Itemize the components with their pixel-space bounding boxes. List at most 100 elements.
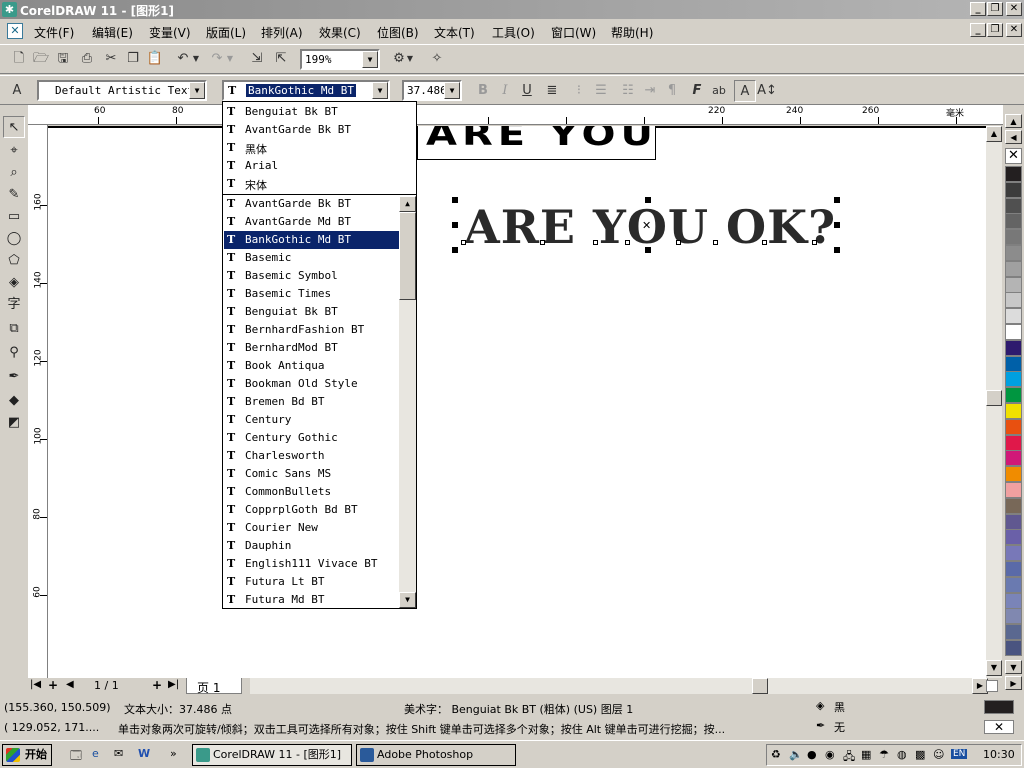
font-item[interactable]: T Century Gothic: [224, 429, 400, 447]
font-item[interactable]: T AvantGarde Md BT: [224, 213, 400, 231]
text-node[interactable]: [593, 240, 598, 245]
color-swatch[interactable]: [1005, 339, 1022, 356]
interactive-fill-icon[interactable]: ◩: [3, 412, 25, 434]
interactive-blend-icon[interactable]: ⧉: [3, 318, 25, 340]
format-text-icon[interactable]: F: [686, 80, 708, 102]
font-size-combo[interactable]: 37.486 ▼: [402, 80, 462, 101]
color-swatch[interactable]: [1005, 213, 1022, 230]
shape-tool-icon[interactable]: ⌖: [3, 140, 25, 162]
navigator-icon[interactable]: [986, 680, 998, 692]
font-item[interactable]: T CopprplGoth Bd BT: [224, 501, 400, 519]
export-icon[interactable]: ⇱: [270, 48, 292, 70]
recent-font-item[interactable]: T 宋体: [224, 175, 400, 193]
rectangle-tool-icon[interactable]: ▭: [3, 206, 25, 228]
color-swatch[interactable]: [1005, 355, 1022, 372]
recent-font-item[interactable]: T AvantGarde Bk BT: [224, 121, 400, 139]
chevron-down-icon[interactable]: ▼: [362, 51, 378, 68]
italic-button[interactable]: I: [494, 80, 516, 102]
menu-window[interactable]: 窗口(W): [551, 24, 596, 41]
task-photoshop[interactable]: Adobe Photoshop: [356, 744, 516, 766]
scroll-down-icon[interactable]: ▼: [399, 592, 416, 608]
word-icon[interactable]: W: [138, 747, 150, 760]
canvas-horizontal-scrollbar[interactable]: ▶: [250, 678, 988, 694]
color-swatch[interactable]: [1005, 229, 1022, 246]
scroll-down-icon[interactable]: ▼: [986, 660, 1002, 676]
selection-handle[interactable]: [452, 222, 458, 228]
selection-handle[interactable]: [834, 222, 840, 228]
menu-tools[interactable]: 工具(O): [492, 24, 535, 41]
quicklaunch-more-icon[interactable]: »: [170, 747, 177, 760]
menu-bitmaps[interactable]: 位图(B): [377, 24, 419, 41]
freehand-tool-icon[interactable]: ✎: [3, 184, 25, 206]
tray-icon[interactable]: ♻: [771, 748, 781, 761]
color-swatch[interactable]: [1005, 576, 1022, 593]
font-item[interactable]: T Century: [224, 411, 400, 429]
dropdown-scrollbar[interactable]: ▲ ▼: [399, 196, 416, 608]
new-icon[interactable]: 🗋: [8, 48, 30, 70]
color-swatch[interactable]: [1005, 608, 1022, 625]
font-item[interactable]: T CommonBullets: [224, 483, 400, 501]
doc-close-button[interactable]: ✕: [1006, 23, 1022, 37]
tray-icon[interactable]: ●: [807, 748, 817, 761]
zoom-combo[interactable]: 199% ▼: [300, 49, 380, 70]
paragraph-icon[interactable]: ¶: [661, 80, 683, 102]
color-swatch[interactable]: [1005, 166, 1022, 182]
font-combo[interactable]: T BankGothic Md BT ▼: [222, 80, 390, 101]
list-icon[interactable]: ☷: [617, 80, 639, 102]
bullet-icon[interactable]: ⁝: [568, 80, 590, 102]
outline-tool-icon[interactable]: ✒: [3, 366, 25, 388]
outlook-icon[interactable]: ✉: [114, 747, 123, 760]
start-button[interactable]: 开始: [2, 744, 52, 766]
edit-text-icon[interactable]: ab: [708, 80, 730, 102]
font-item[interactable]: T Charlesworth: [224, 447, 400, 465]
network-icon[interactable]: 🖧: [843, 748, 855, 767]
menu-edit[interactable]: 编辑(E): [92, 24, 133, 41]
selection-handle[interactable]: [834, 247, 840, 253]
font-item[interactable]: T AvantGarde Bk BT: [224, 195, 400, 213]
copy-icon[interactable]: ❐: [122, 48, 144, 70]
import-icon[interactable]: ⇲: [246, 48, 268, 70]
color-swatch[interactable]: [1005, 371, 1022, 388]
color-swatch[interactable]: [1005, 640, 1022, 656]
color-swatch[interactable]: [1005, 418, 1022, 435]
close-button[interactable]: ✕: [1006, 2, 1022, 16]
color-swatch[interactable]: [1005, 260, 1022, 277]
font-item[interactable]: T Futura Lt BT: [224, 573, 400, 591]
selection-handle[interactable]: [834, 197, 840, 203]
page-tab[interactable]: 页 1: [186, 678, 242, 695]
color-swatch[interactable]: [1005, 197, 1022, 214]
font-item[interactable]: T English111 Vivace BT: [224, 555, 400, 573]
font-dropdown-list[interactable]: T Benguiat Bk BT T AvantGarde Bk BT T 黑体 TA…: [222, 101, 417, 609]
horizontal-ruler[interactable]: 60 80 220 240 260 毫米: [28, 105, 1003, 125]
tray-icon[interactable]: ◍: [897, 748, 907, 761]
scroll-up-icon[interactable]: ▲: [986, 126, 1002, 142]
font-item[interactable]: T Book Antiqua: [224, 357, 400, 375]
horizontal-align-icon[interactable]: ≣: [541, 80, 563, 102]
color-swatch[interactable]: [1005, 403, 1022, 419]
no-color-swatch[interactable]: ✕: [1005, 148, 1022, 164]
text-node[interactable]: [762, 240, 767, 245]
color-swatch[interactable]: [1005, 450, 1022, 467]
vertical-ruler[interactable]: 160 140 120 100 80 60: [28, 125, 48, 680]
font-item[interactable]: T Basemic Symbol: [224, 267, 400, 285]
restore-button[interactable]: ❐: [987, 2, 1003, 16]
font-item[interactable]: T Bookman Old Style: [224, 375, 400, 393]
cut-icon[interactable]: ✂: [100, 48, 122, 70]
font-item[interactable]: T BernhardFashion BT: [224, 321, 400, 339]
drawing-canvas[interactable]: ARE YOU ARE YOU OK? ✕: [48, 126, 986, 680]
first-page-icon[interactable]: |◀: [30, 679, 41, 690]
palette-expand-icon[interactable]: ▶: [1005, 676, 1022, 690]
save-icon[interactable]: 🖫: [52, 48, 74, 70]
selection-handle[interactable]: [645, 197, 651, 203]
menu-text[interactable]: 文本(T): [434, 24, 475, 41]
color-swatch[interactable]: [1005, 434, 1022, 451]
vertical-text-icon[interactable]: A↕: [756, 80, 778, 102]
selection-handle[interactable]: [452, 197, 458, 203]
font-item[interactable]: T BernhardMod BT: [224, 339, 400, 357]
input-language-badge[interactable]: EN: [951, 749, 968, 759]
add-page-before-icon[interactable]: +: [48, 678, 58, 692]
palette-scroll-down-icon[interactable]: ▼: [1005, 660, 1022, 674]
font-item[interactable]: T Benguiat Bk BT: [224, 303, 400, 321]
text-tool-icon[interactable]: 字: [3, 294, 25, 316]
text-node[interactable]: [540, 240, 545, 245]
